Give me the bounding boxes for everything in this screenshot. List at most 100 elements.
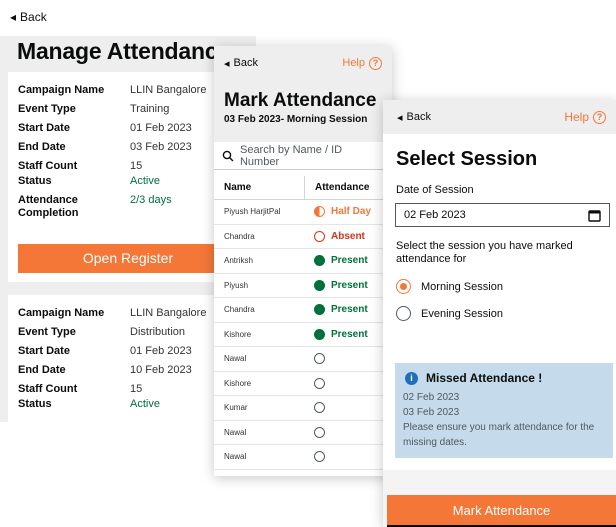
empty-radio-icon[interactable] bbox=[314, 402, 325, 414]
detail-row: Campaign Name LLIN Bangalore bbox=[18, 84, 238, 97]
staff-name: Piyush bbox=[224, 280, 249, 290]
staff-name: Nawal bbox=[224, 354, 247, 364]
empty-radio-icon[interactable] bbox=[314, 377, 325, 389]
campaign-card: Campaign Name LLIN Bangalore Event Type Di… bbox=[8, 295, 248, 422]
back-label: Back bbox=[20, 10, 47, 24]
staff-name: Chandra bbox=[224, 231, 255, 241]
status-value: Active bbox=[130, 398, 160, 410]
date-field[interactable]: 02 Feb 2023 bbox=[395, 203, 610, 227]
attendance-cell[interactable] bbox=[304, 402, 392, 414]
present-status-icon[interactable] bbox=[314, 304, 325, 316]
top-bar: ◂ Back Help ? bbox=[383, 100, 616, 134]
empty-radio-icon[interactable] bbox=[314, 426, 325, 438]
calendar-icon[interactable] bbox=[588, 209, 601, 222]
staff-name: Kishore bbox=[224, 378, 252, 388]
table-row[interactable]: Piyush Present bbox=[214, 274, 392, 298]
detail-value: 03 Feb 2023 bbox=[130, 141, 192, 153]
attendance-cell[interactable] bbox=[304, 451, 392, 463]
empty-radio-icon[interactable] bbox=[314, 353, 325, 365]
attendance-cell[interactable]: Present bbox=[304, 328, 392, 340]
present-status-icon[interactable] bbox=[314, 279, 325, 291]
info-icon: i bbox=[405, 372, 418, 385]
attendance-status: Present bbox=[331, 328, 368, 340]
half-status-icon[interactable] bbox=[314, 206, 325, 218]
attendance-cell[interactable]: Half Day bbox=[304, 206, 392, 218]
detail-key: Start Date bbox=[18, 122, 70, 134]
staff-name: Chandra bbox=[224, 305, 255, 315]
present-status-icon[interactable] bbox=[314, 255, 325, 267]
help-button[interactable]: Help ? bbox=[342, 56, 382, 70]
detail-value: 01 Feb 2023 bbox=[130, 122, 192, 134]
missed-attendance-panel: i Missed Attendance ! 02 Feb 2023 03 Feb… bbox=[395, 363, 613, 458]
mark-attendance-button[interactable]: Mark Attendance bbox=[387, 495, 616, 527]
back-button[interactable]: ◂ Back bbox=[10, 10, 246, 24]
select-session-screen: ◂ Back Help ? Select Session Date of Ses… bbox=[383, 100, 616, 527]
staff-name: Nawal bbox=[224, 452, 247, 462]
detail-row: Attendance Completion 2/3 days bbox=[18, 194, 238, 220]
table-row[interactable]: Chandra Absent bbox=[214, 225, 392, 249]
detail-key: Start Date bbox=[18, 345, 70, 357]
staff-name: Piyush HarjitPal bbox=[224, 207, 281, 217]
detail-key: Staff Count bbox=[18, 383, 78, 395]
help-label: Help bbox=[564, 110, 589, 124]
detail-value: Training bbox=[130, 103, 170, 115]
table-row[interactable]: Antriksh Present bbox=[214, 249, 392, 274]
table-row[interactable]: Nawal bbox=[214, 347, 392, 372]
attendance-cell[interactable]: Present bbox=[304, 304, 392, 316]
help-label: Help bbox=[342, 57, 365, 69]
radio-evening-session[interactable]: Evening Session bbox=[396, 306, 503, 321]
help-button[interactable]: Help ? bbox=[564, 110, 606, 124]
campaign-card: Campaign Name LLIN Bangalore Event Type Tr… bbox=[8, 72, 248, 282]
detail-key: Attendance Completion bbox=[18, 194, 79, 219]
detail-row: Start Date 01 Feb 2023 bbox=[18, 345, 238, 358]
table-row[interactable]: Nawal bbox=[214, 421, 392, 445]
staff-name: Nawal bbox=[224, 427, 247, 437]
present-status-icon[interactable] bbox=[314, 328, 325, 340]
detail-row: Status Active bbox=[18, 175, 238, 188]
table-row[interactable]: Nawal bbox=[214, 445, 392, 470]
radio-label: Evening Session bbox=[421, 307, 503, 320]
detail-key: Status bbox=[18, 175, 52, 187]
attendance-cell[interactable] bbox=[304, 353, 392, 365]
table-row[interactable]: Chandra Present bbox=[214, 298, 392, 323]
attendance-cell[interactable] bbox=[304, 377, 392, 389]
table-row[interactable]: Kumar bbox=[214, 396, 392, 421]
table-row[interactable]: Piyush HarjitPal Half Day bbox=[214, 200, 392, 225]
question-mark-icon: ? bbox=[593, 110, 606, 124]
top-bar: ◂ Back Help ? bbox=[214, 46, 392, 80]
detail-key: Status bbox=[18, 398, 52, 410]
empty-radio-icon[interactable] bbox=[314, 451, 325, 463]
attendance-cell[interactable]: Present bbox=[304, 279, 392, 291]
detail-row: End Date 03 Feb 2023 bbox=[18, 141, 238, 154]
mark-attendance-screen: ◂ Back Help ? Mark Attendance 03 Feb 202… bbox=[214, 46, 392, 476]
detail-key: End Date bbox=[18, 141, 66, 153]
back-button[interactable]: ◂ Back bbox=[224, 57, 258, 70]
attendance-cell[interactable]: Absent bbox=[304, 230, 392, 242]
attendance-cell[interactable]: Present bbox=[304, 255, 392, 267]
detail-key: Campaign Name bbox=[18, 84, 105, 96]
attendance-cell[interactable] bbox=[304, 426, 392, 438]
search-input[interactable]: Search by Name / ID Number bbox=[214, 142, 392, 170]
absent-status-icon[interactable] bbox=[314, 230, 325, 242]
table-row[interactable]: Kishore Present bbox=[214, 323, 392, 347]
back-button[interactable]: ◂ Back bbox=[397, 111, 431, 124]
attendance-status: Present bbox=[331, 279, 368, 291]
radio-morning-session[interactable]: Morning Session bbox=[396, 279, 503, 294]
missed-heading: Missed Attendance ! bbox=[426, 371, 543, 385]
detail-key: Event Type bbox=[18, 326, 76, 338]
missed-note: Please ensure you mark attendance for th… bbox=[403, 422, 595, 448]
page-header: Mark Attendance 03 Feb 2023- Morning Ses… bbox=[214, 80, 392, 142]
attendance-table: Name Attendance Piyush HarjitPal Half Day… bbox=[214, 176, 392, 470]
radio-selected-icon bbox=[396, 279, 411, 294]
detail-key: Campaign Name bbox=[18, 307, 105, 319]
open-register-button[interactable]: Open Register bbox=[18, 244, 238, 273]
detail-row: Start Date 01 Feb 2023 bbox=[18, 122, 238, 135]
detail-row: Staff Count 15 bbox=[18, 160, 238, 173]
table-row[interactable]: Kishore bbox=[214, 372, 392, 396]
detail-value: LLIN Bangalore bbox=[130, 84, 207, 96]
page-title: Mark Attendance bbox=[224, 90, 377, 111]
radio-label: Morning Session bbox=[421, 280, 503, 293]
detail-value: Distribution bbox=[130, 326, 186, 338]
detail-key: End Date bbox=[18, 364, 66, 376]
detail-row: Staff Count 15 bbox=[18, 383, 238, 396]
